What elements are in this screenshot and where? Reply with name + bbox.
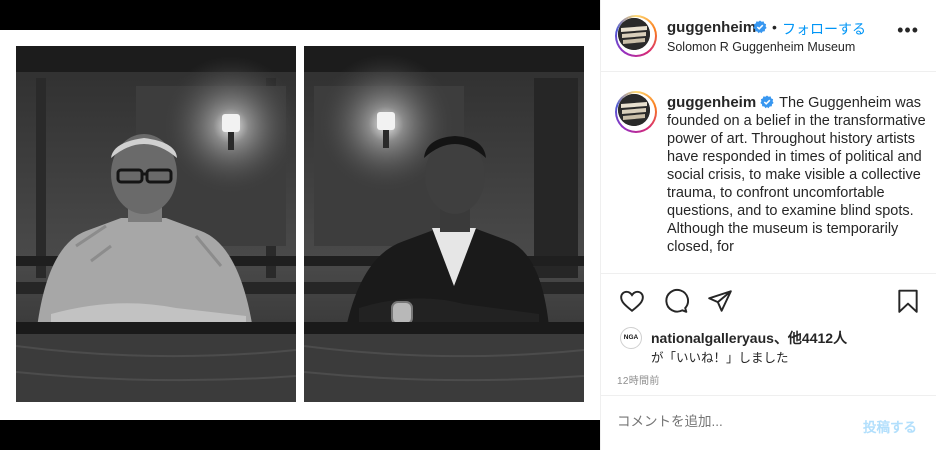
portrait-young-man: [304, 46, 584, 402]
location-link[interactable]: Solomon R Guggenheim Museum: [667, 40, 855, 54]
post-media[interactable]: [0, 0, 600, 450]
comment-icon[interactable]: [663, 288, 689, 314]
more-options-icon[interactable]: •••: [897, 21, 919, 39]
verified-badge-icon: [753, 20, 767, 34]
username[interactable]: guggenheim: [667, 19, 756, 36]
action-bar: [601, 273, 936, 325]
post-sidebar: guggenheim • フォローする Solomon R Guggenheim…: [600, 0, 936, 450]
liker-username[interactable]: nationalgalleryaus: [651, 330, 774, 346]
caption: guggenheim The Guggenheim was founded on…: [601, 73, 936, 273]
likes-summary: NGA nationalgalleryaus、他4412人 が「いいね！」しまし…: [601, 322, 936, 368]
portrait-older-man: [16, 46, 296, 402]
caption-text: guggenheim The Guggenheim was founded on…: [667, 94, 929, 256]
comment-box: 投稿する: [601, 395, 936, 450]
verified-badge-icon: [760, 95, 774, 109]
timestamp[interactable]: 12時間前: [617, 372, 660, 387]
likes-line-1: nationalgalleryaus、他4412人: [651, 328, 847, 348]
follow-button[interactable]: フォローする: [782, 19, 866, 39]
comment-input[interactable]: [617, 414, 847, 429]
guggenheim-logo-icon: [618, 94, 650, 126]
avatar[interactable]: [615, 15, 657, 57]
separator-dot: •: [772, 19, 777, 35]
liker-avatar[interactable]: NGA: [620, 327, 642, 349]
post-comment-button[interactable]: 投稿する: [863, 416, 917, 436]
share-icon[interactable]: [707, 288, 733, 314]
caption-username[interactable]: guggenheim: [667, 94, 756, 111]
likes-count[interactable]: 、他4412人: [774, 330, 847, 346]
likes-line-2: が「いいね！」しました: [651, 351, 789, 365]
caption-body: The Guggenheim was founded on a belief i…: [667, 95, 926, 255]
bookmark-icon[interactable]: [895, 288, 921, 314]
caption-avatar[interactable]: [615, 91, 657, 133]
heart-icon[interactable]: [619, 288, 645, 314]
post-header: guggenheim • フォローする Solomon R Guggenheim…: [601, 0, 936, 72]
guggenheim-logo-icon: [618, 18, 650, 50]
